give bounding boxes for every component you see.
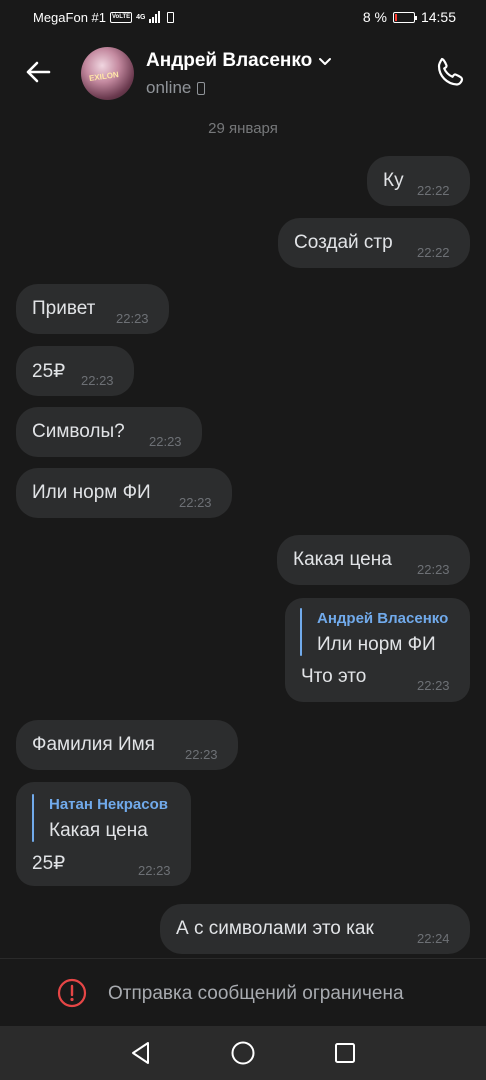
avatar[interactable]: EXILON: [81, 47, 134, 100]
clock: 14:55: [420, 9, 456, 25]
call-button[interactable]: [433, 54, 469, 90]
message-time: 22:23: [417, 562, 450, 577]
message-time: 22:23: [81, 373, 114, 388]
message-text: Что это: [301, 666, 367, 687]
reply-author: Андрей Власенко: [317, 610, 449, 627]
message-bubble-incoming[interactable]: Привет 22:23: [16, 284, 169, 334]
message-text: Символы?: [32, 421, 125, 442]
message-time: 22:23: [185, 747, 218, 762]
reply-quote-bar: [32, 794, 34, 842]
message-text: Какая цена: [293, 549, 392, 570]
carrier-label: MegaFon #1: [33, 9, 106, 25]
signal-icon: [149, 11, 161, 23]
message-text: Создай стр: [294, 232, 393, 253]
reply-quoted-text: Или норм ФИ: [317, 634, 436, 655]
square-recents-icon: [335, 1043, 355, 1063]
message-time: 22:23: [138, 863, 171, 878]
message-bubble-incoming[interactable]: 25₽ 22:23: [16, 346, 134, 396]
message-bubble-incoming[interactable]: Или норм ФИ 22:23: [16, 468, 232, 518]
battery-level-fill: [394, 13, 398, 21]
triangle-back-icon: [132, 1042, 149, 1064]
warning-icon: [57, 978, 87, 1008]
avatar-tag: EXILON: [88, 69, 120, 84]
message-bubble-outgoing-reply[interactable]: Андрей Власенко Или норм ФИ Что это 22:2…: [285, 598, 470, 702]
message-text: Фамилия Имя: [32, 734, 155, 755]
message-text: 25₽: [32, 853, 66, 874]
battery-icon: [392, 11, 417, 23]
volte-icon: VoLTE: [110, 11, 133, 23]
message-time: 22:23: [179, 495, 212, 510]
message-bubble-incoming[interactable]: Фамилия Имя 22:23: [16, 720, 238, 770]
message-time: 22:24: [417, 931, 450, 946]
message-text: А с символами это как: [176, 918, 374, 939]
sim-icon: [167, 11, 175, 23]
message-time: 22:23: [116, 311, 149, 326]
nav-recents-button[interactable]: [331, 1039, 359, 1067]
arrow-left-icon: [26, 61, 51, 83]
message-bubble-outgoing[interactable]: А с символами это как 22:24: [160, 904, 470, 954]
message-time: 22:23: [417, 678, 450, 693]
mobile-device-icon: [197, 81, 206, 95]
message-bubble-outgoing[interactable]: Какая цена 22:23: [277, 535, 470, 585]
system-nav-bar: [0, 1026, 486, 1080]
message-bubble-incoming[interactable]: Символы? 22:23: [16, 407, 202, 457]
circle-home-icon: [231, 1041, 255, 1065]
message-text: Ку: [383, 170, 404, 191]
back-button[interactable]: [22, 56, 54, 88]
contact-status-row: online: [146, 78, 206, 98]
battery-percent: 8 %: [362, 9, 387, 25]
message-bubble-outgoing[interactable]: Ку 22:22: [367, 156, 470, 206]
message-time: 22:22: [417, 183, 450, 198]
date-separator: 29 января: [208, 120, 278, 137]
message-time: 22:23: [149, 434, 182, 449]
phone-icon: [437, 57, 464, 86]
contact-name-row[interactable]: Андрей Власенко: [146, 50, 332, 72]
reply-quote-bar: [300, 608, 302, 656]
status-bar: MegaFon #1 VoLTE 4G 8 % 14:55: [0, 0, 486, 34]
message-text: Привет: [32, 298, 96, 319]
nav-back-button[interactable]: [127, 1039, 155, 1067]
network-type-icon: 4G: [136, 13, 146, 21]
contact-name: Андрей Власенко: [146, 50, 313, 71]
reply-author: Натан Некрасов: [49, 796, 169, 813]
chevron-down-icon: [319, 58, 332, 65]
message-text: Или норм ФИ: [32, 482, 151, 503]
reply-quoted-text: Какая цена: [49, 820, 148, 841]
composer-restricted: Отправка сообщений ограничена: [0, 958, 486, 1026]
message-bubble-incoming-reply[interactable]: Натан Некрасов Какая цена 25₽ 22:23: [16, 782, 191, 886]
nav-home-button[interactable]: [229, 1039, 257, 1067]
contact-status: online: [146, 78, 192, 97]
message-time: 22:22: [417, 245, 450, 260]
message-bubble-outgoing[interactable]: Создай стр 22:22: [278, 218, 470, 268]
restricted-notice: Отправка сообщений ограничена: [108, 983, 404, 1004]
chat-header: EXILON Андрей Власенко online: [0, 34, 486, 112]
message-text: 25₽: [32, 361, 66, 382]
